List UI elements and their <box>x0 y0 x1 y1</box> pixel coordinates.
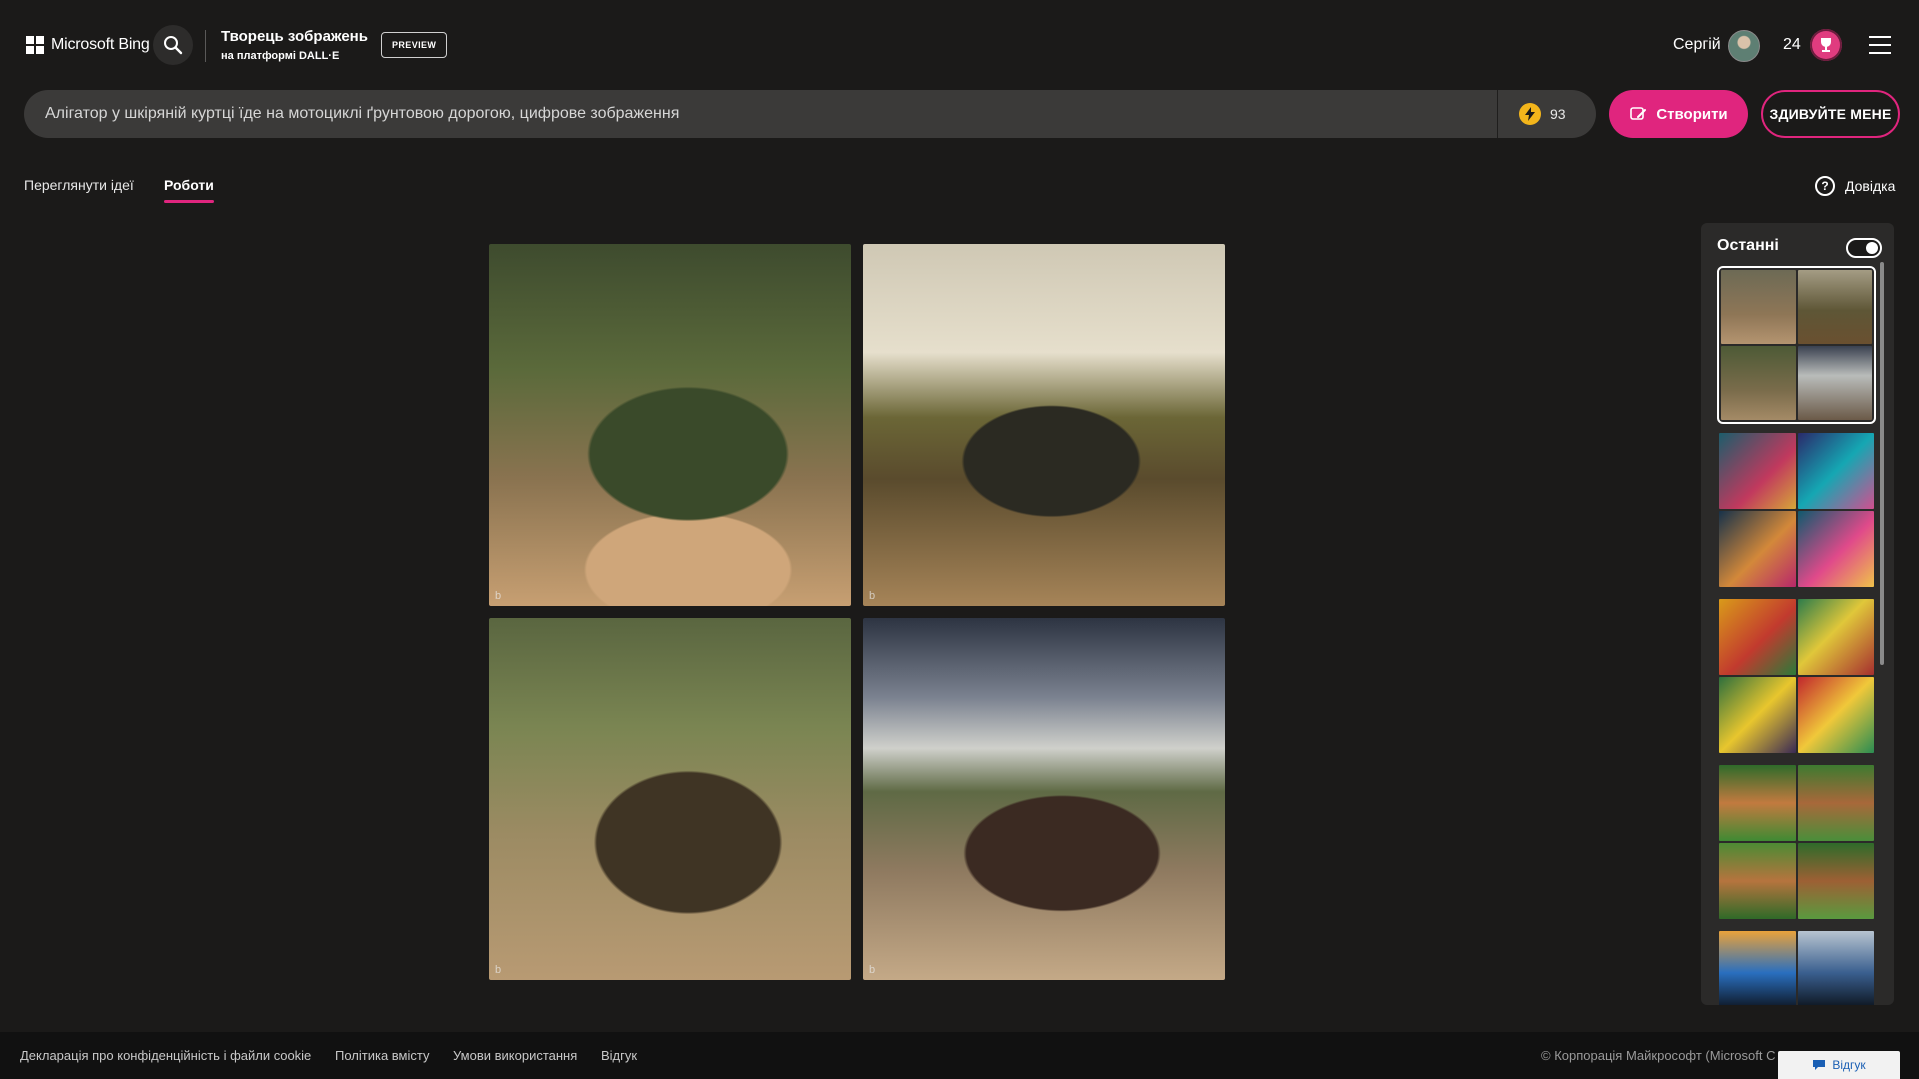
avatar[interactable] <box>1728 30 1760 62</box>
bing-watermark-icon: b <box>495 964 502 976</box>
prompt-input[interactable] <box>24 90 1497 138</box>
footer-link-privacy[interactable]: Декларація про конфіденційність і файли … <box>20 1048 311 1063</box>
tab-explore-ideas[interactable]: Переглянути ідеї <box>24 177 134 193</box>
recent-thumb <box>1721 346 1796 420</box>
recent-thumb <box>1719 677 1796 753</box>
hamburger-menu-icon[interactable] <box>1869 36 1891 54</box>
bing-logo[interactable]: Microsoft Bing <box>26 36 150 54</box>
lightning-icon <box>1519 103 1541 125</box>
footer-link-feedback[interactable]: Відгук <box>601 1048 637 1063</box>
active-tab-indicator <box>164 200 214 203</box>
recent-group-1[interactable] <box>1717 266 1876 424</box>
recent-thumb <box>1719 931 1796 1005</box>
recent-group-3[interactable] <box>1717 597 1876 755</box>
preview-badge: PREVIEW <box>381 32 448 58</box>
tab-creations[interactable]: Роботи <box>164 177 214 193</box>
top-bar: Microsoft Bing Творець зображень на плат… <box>0 0 1919 88</box>
recent-thumb <box>1797 599 1874 675</box>
recent-group-2[interactable] <box>1717 431 1876 589</box>
reward-points[interactable]: 24 <box>1783 36 1801 54</box>
feedback-button-label: Відгук <box>1832 1058 1866 1072</box>
recent-thumb <box>1797 433 1874 509</box>
recent-thumb <box>1719 433 1796 509</box>
question-icon: ? <box>1815 176 1835 196</box>
recent-thumb <box>1797 765 1874 841</box>
header-divider <box>205 30 206 62</box>
recent-thumb <box>1797 931 1874 1005</box>
result-image-1[interactable]: b <box>489 244 851 606</box>
recent-thumb <box>1797 843 1874 919</box>
prompt-bar: 93 <box>24 90 1596 138</box>
boosts-count: 93 <box>1550 106 1566 122</box>
trophy-glyph-icon <box>1821 38 1831 52</box>
recent-title: Останні <box>1717 237 1779 254</box>
create-button[interactable]: Створити <box>1609 90 1748 138</box>
footer-link-content-policy[interactable]: Політика вмісту <box>335 1048 429 1063</box>
result-image-2[interactable]: b <box>863 244 1225 606</box>
help-link[interactable]: ? Довідка <box>1815 176 1895 196</box>
recent-group-4[interactable] <box>1717 763 1876 921</box>
recent-panel: Останні <box>1701 223 1894 1005</box>
bing-watermark-icon: b <box>869 590 876 602</box>
product-subtitle: на платформі DALL·E <box>221 50 340 62</box>
trophy-icon[interactable] <box>1810 29 1842 61</box>
recent-scrollbar[interactable] <box>1880 262 1884 665</box>
help-label: Довідка <box>1845 178 1896 194</box>
result-image-3[interactable]: b <box>489 618 851 980</box>
boosts-indicator[interactable]: 93 <box>1497 90 1596 138</box>
recent-thumb <box>1719 511 1796 587</box>
brush-icon <box>1630 107 1647 120</box>
footer-link-terms[interactable]: Умови використання <box>453 1048 577 1063</box>
product-title[interactable]: Творець зображень <box>221 28 368 45</box>
recent-thumb <box>1797 677 1874 753</box>
recent-group-5[interactable] <box>1717 929 1876 1005</box>
search-icon <box>164 36 183 55</box>
recent-thumb <box>1797 511 1874 587</box>
feedback-button[interactable]: Відгук <box>1778 1051 1900 1079</box>
recent-thumb <box>1719 599 1796 675</box>
chat-bubble-icon <box>1813 1060 1826 1070</box>
recent-thumb <box>1797 270 1872 344</box>
recent-thumb <box>1719 843 1796 919</box>
create-button-label: Створити <box>1656 105 1728 123</box>
microsoft-logo-icon <box>26 36 44 54</box>
user-name[interactable]: Сергій <box>1673 36 1721 54</box>
bing-watermark-icon: b <box>869 964 876 976</box>
recent-thumb <box>1721 270 1796 344</box>
recent-thumb <box>1797 346 1872 420</box>
copyright-text: © Корпорація Майкрософт (Microsoft C <box>1541 1048 1776 1063</box>
bing-watermark-icon: b <box>495 590 502 602</box>
surprise-me-button[interactable]: ЗДИВУЙТЕ МЕНЕ <box>1761 90 1900 138</box>
result-image-4[interactable]: b <box>863 618 1225 980</box>
recent-thumb <box>1719 765 1796 841</box>
brand-name: Microsoft Bing <box>51 36 150 53</box>
recent-toggle[interactable] <box>1846 238 1882 258</box>
search-button[interactable] <box>153 25 193 65</box>
